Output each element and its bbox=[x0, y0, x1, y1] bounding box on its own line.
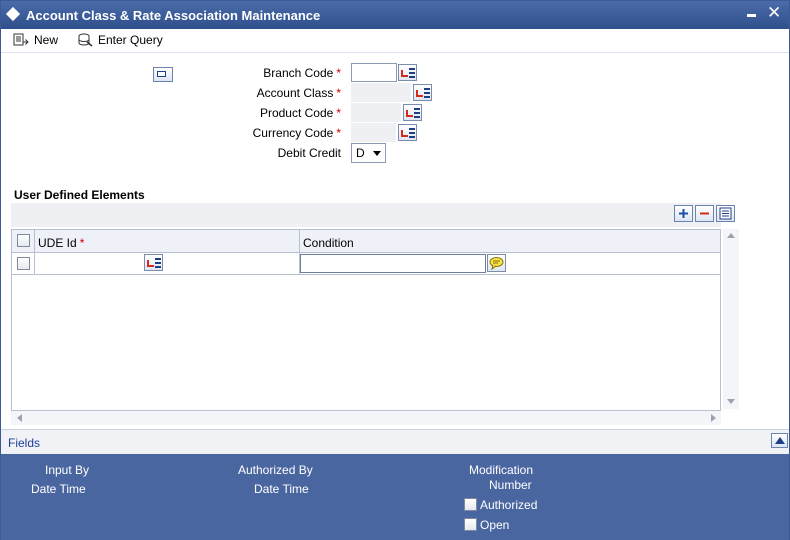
lov-arrow-icon bbox=[406, 110, 413, 117]
currency-code-input[interactable] bbox=[351, 123, 396, 142]
toolbar: New Enter Query bbox=[1, 29, 789, 53]
debit-credit-select[interactable]: D bbox=[351, 143, 386, 163]
minus-icon bbox=[700, 212, 709, 215]
required-marker: * bbox=[79, 236, 85, 250]
fields-link[interactable]: Fields bbox=[8, 436, 40, 450]
currency-code-lov-button[interactable] bbox=[398, 124, 417, 141]
chevron-down-icon bbox=[373, 151, 381, 156]
audit-footer: Input By Date Time Authorized By Date Ti… bbox=[1, 454, 789, 540]
column-header-condition[interactable]: Condition bbox=[303, 236, 354, 250]
scroll-left-icon[interactable] bbox=[17, 414, 22, 422]
scroll-right-icon[interactable] bbox=[711, 414, 716, 422]
authorized-checkbox[interactable] bbox=[464, 498, 477, 511]
number-label: Number bbox=[489, 478, 532, 492]
required-marker: * bbox=[336, 86, 341, 100]
required-marker: * bbox=[336, 106, 341, 120]
product-code-lov-button[interactable] bbox=[403, 104, 422, 121]
window-diamond-icon bbox=[5, 6, 21, 22]
query-icon bbox=[77, 33, 93, 47]
lov-list-icon bbox=[414, 108, 420, 118]
lov-list-icon bbox=[424, 88, 430, 98]
title-bar: Account Class & Rate Association Mainten… bbox=[1, 1, 789, 29]
main-window: Account Class & Rate Association Mainten… bbox=[0, 0, 790, 540]
lov-arrow-icon bbox=[401, 130, 408, 137]
condition-input[interactable] bbox=[300, 254, 486, 273]
account-class-lov-button[interactable] bbox=[413, 84, 432, 101]
branch-code-lov-button[interactable] bbox=[398, 64, 417, 81]
table-row bbox=[12, 253, 720, 275]
debit-credit-label: Debit Credit bbox=[191, 146, 341, 160]
branch-code-input[interactable] bbox=[351, 63, 397, 82]
ude-id-header-label: UDE Id bbox=[38, 236, 77, 250]
account-class-input[interactable] bbox=[351, 83, 411, 102]
account-class-label-text: Account Class bbox=[256, 86, 334, 100]
close-icon[interactable]: ✕ bbox=[767, 4, 781, 22]
date-time-label: Date Time bbox=[31, 482, 86, 496]
ude-grid: UDE Id * Condition bbox=[11, 229, 721, 411]
currency-code-label: Currency Code * bbox=[191, 126, 341, 140]
collapse-button[interactable] bbox=[771, 433, 788, 448]
required-marker: * bbox=[336, 66, 341, 80]
authorized-date-time-label: Date Time bbox=[254, 482, 309, 496]
lov-list-icon bbox=[155, 258, 161, 268]
input-by-label: Input By bbox=[45, 463, 90, 477]
lov-arrow-icon bbox=[416, 90, 423, 97]
authorized-label: Authorized bbox=[480, 498, 538, 512]
vertical-scrollbar[interactable] bbox=[723, 229, 739, 409]
window-title: Account Class & Rate Association Mainten… bbox=[26, 8, 321, 23]
condition-editor-button[interactable] bbox=[487, 254, 506, 272]
ude-id-cell-input[interactable] bbox=[36, 255, 146, 272]
new-button[interactable]: New bbox=[13, 31, 58, 49]
branch-code-label-text: Branch Code bbox=[263, 66, 334, 80]
list-view-icon bbox=[719, 207, 732, 220]
ude-section-title: User Defined Elements bbox=[14, 188, 145, 202]
lov-arrow-icon bbox=[401, 70, 408, 77]
enter-query-button[interactable]: Enter Query bbox=[77, 31, 163, 49]
add-row-button[interactable] bbox=[674, 205, 693, 222]
single-view-button[interactable] bbox=[716, 205, 735, 222]
scroll-up-icon[interactable] bbox=[727, 233, 735, 238]
enter-query-label: Enter Query bbox=[98, 33, 163, 47]
lov-list-icon bbox=[409, 68, 415, 78]
authorized-by-label: Authorized By bbox=[238, 463, 313, 477]
lov-arrow-icon bbox=[147, 260, 154, 267]
product-code-label-text: Product Code bbox=[259, 106, 334, 120]
required-marker: * bbox=[336, 126, 341, 140]
currency-code-label-text: Currency Code bbox=[252, 126, 334, 140]
fields-bar: Fields bbox=[1, 429, 789, 454]
new-document-icon bbox=[13, 33, 29, 47]
product-code-input[interactable] bbox=[351, 103, 401, 122]
speech-bubble-icon bbox=[489, 257, 504, 271]
plus-icon bbox=[679, 209, 688, 218]
open-label: Open bbox=[480, 518, 510, 532]
record-icon[interactable] bbox=[153, 67, 173, 82]
grid-header: UDE Id * Condition bbox=[12, 230, 720, 275]
debit-credit-label-text: Debit Credit bbox=[277, 146, 341, 160]
new-label: New bbox=[34, 33, 59, 47]
product-code-label: Product Code * bbox=[191, 106, 341, 120]
select-all-checkbox[interactable] bbox=[17, 234, 30, 247]
scroll-down-icon[interactable] bbox=[727, 399, 735, 404]
row-checkbox[interactable] bbox=[17, 257, 30, 270]
delete-row-button[interactable] bbox=[695, 205, 714, 222]
branch-code-label: Branch Code * bbox=[191, 66, 341, 80]
debit-credit-value: D bbox=[356, 146, 365, 160]
modification-label: Modification bbox=[469, 463, 534, 477]
lov-list-icon bbox=[409, 128, 415, 138]
minimize-icon[interactable] bbox=[747, 14, 756, 17]
chevron-up-icon bbox=[775, 437, 785, 444]
open-checkbox[interactable] bbox=[464, 518, 477, 531]
ude-id-lov-button[interactable] bbox=[144, 254, 163, 271]
ude-grid-toolbar bbox=[11, 203, 721, 227]
account-class-label: Account Class * bbox=[191, 86, 341, 100]
column-header-ude-id[interactable]: UDE Id * bbox=[38, 236, 84, 250]
horizontal-scrollbar[interactable] bbox=[11, 411, 721, 425]
